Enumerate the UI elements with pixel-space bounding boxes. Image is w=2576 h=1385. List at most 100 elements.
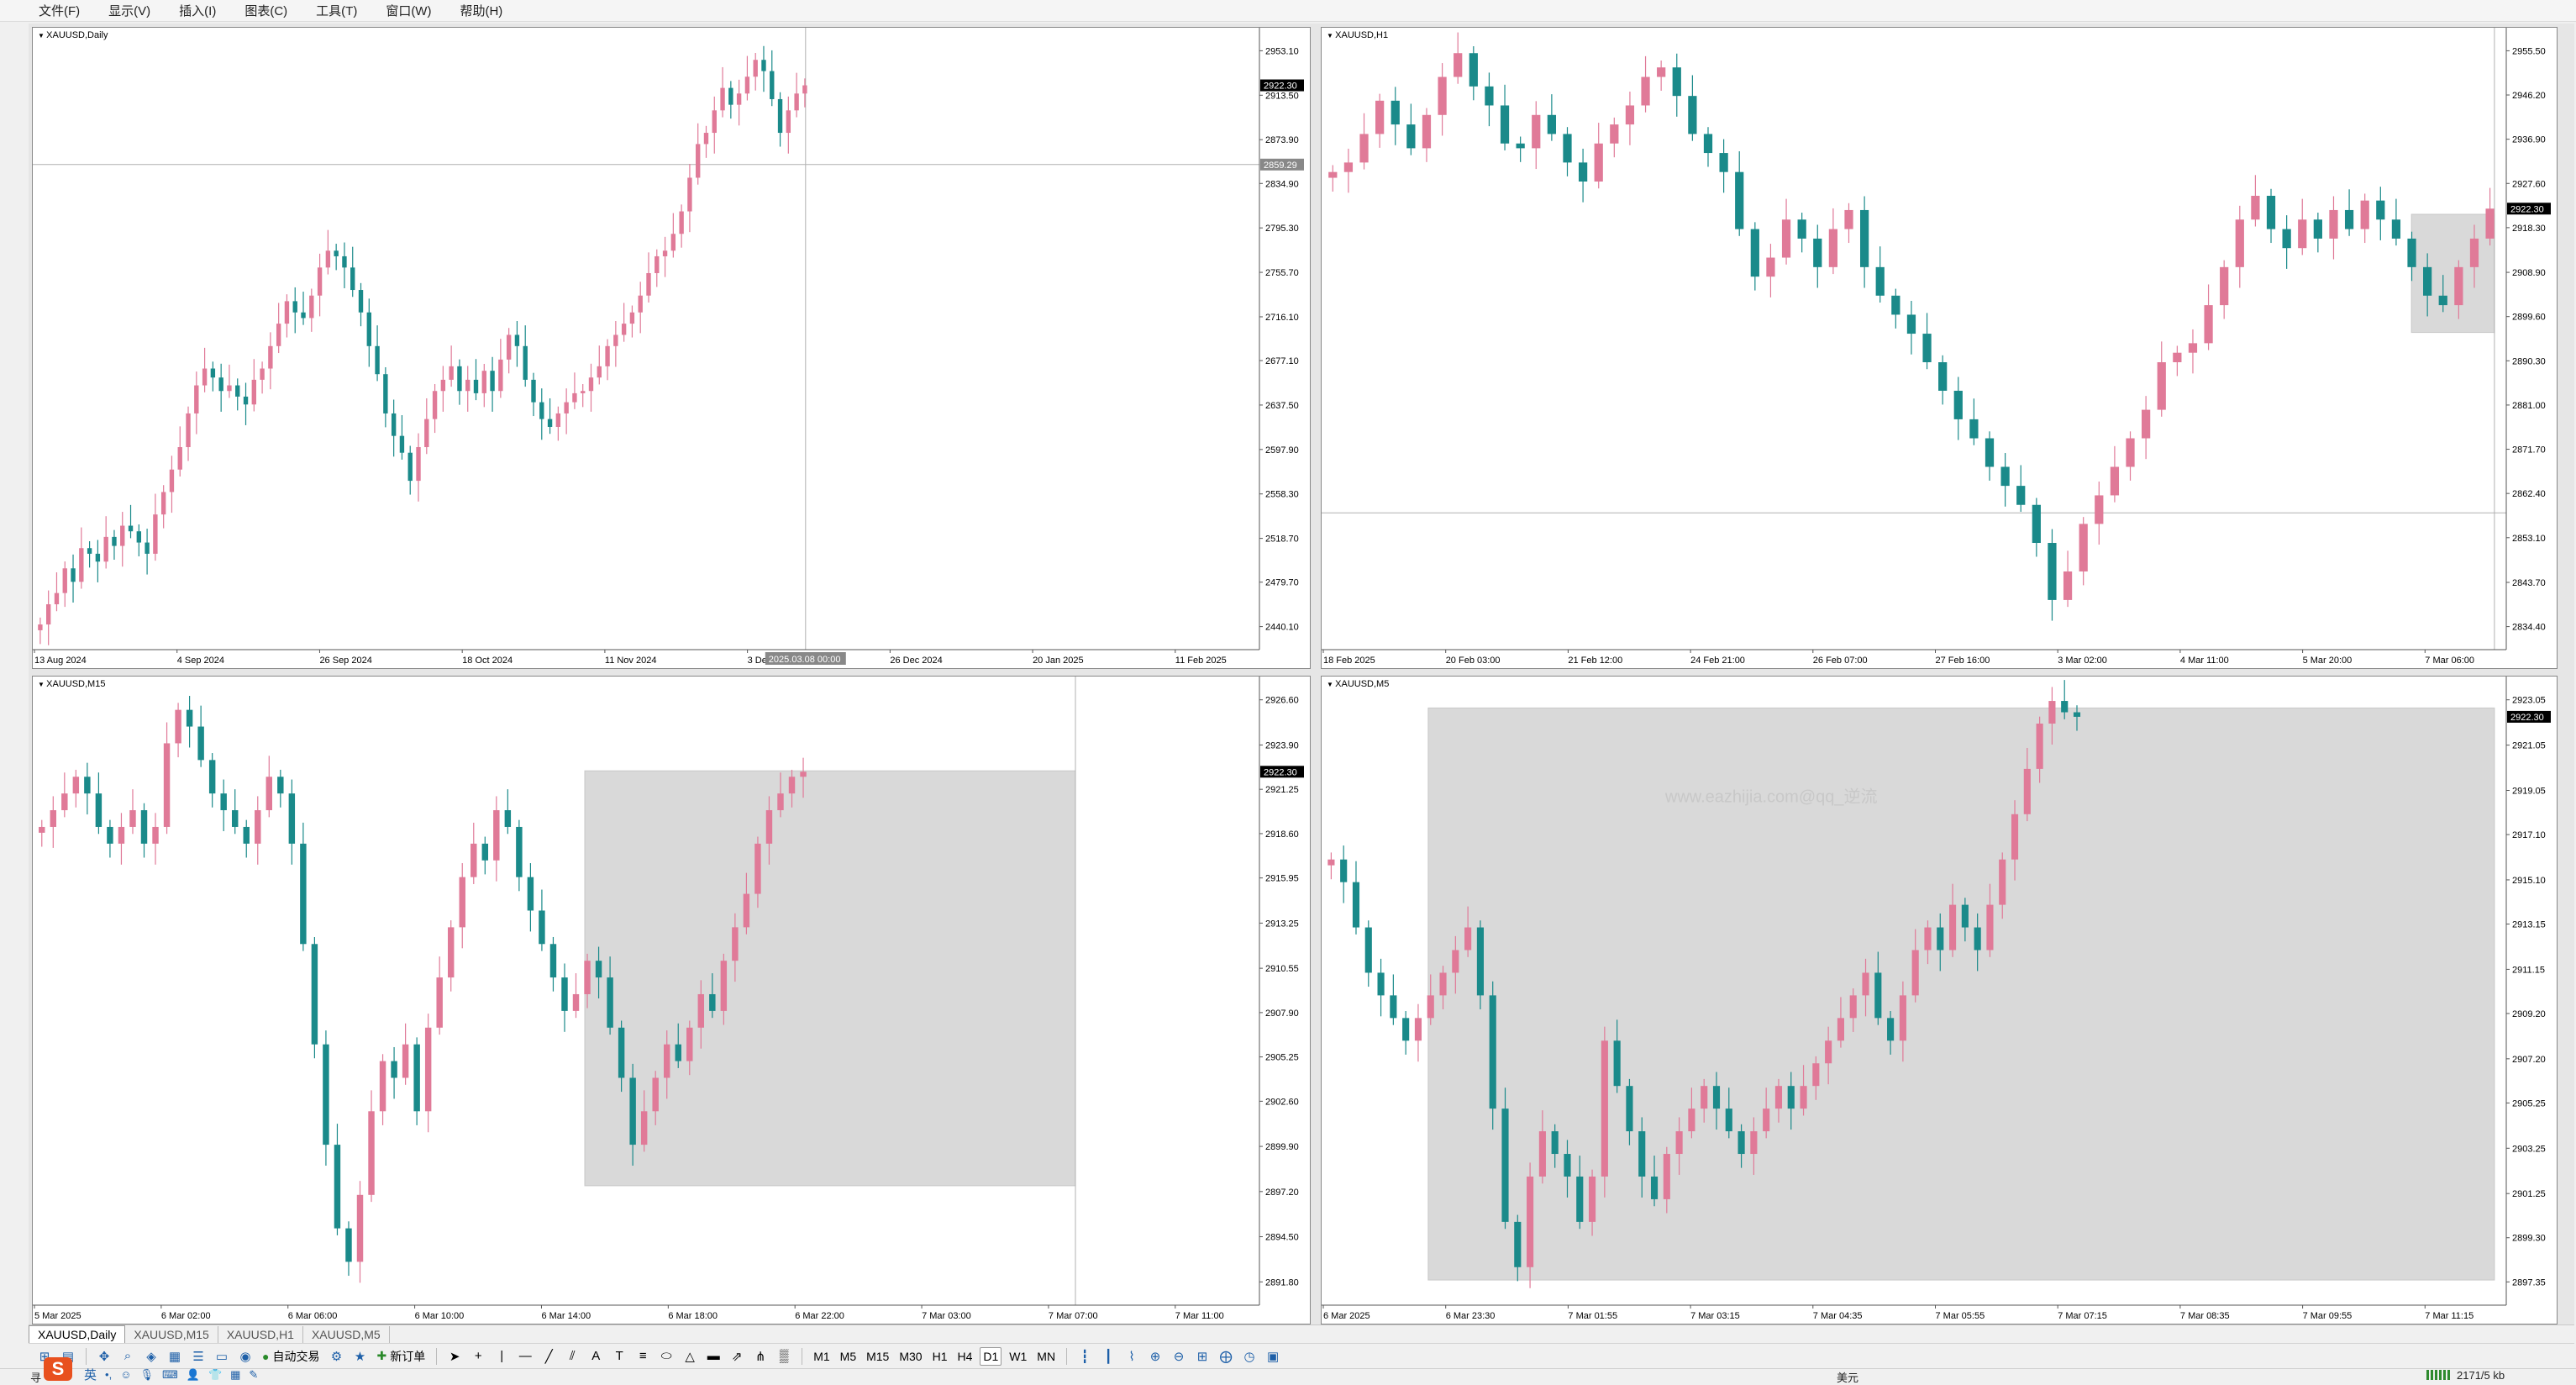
- line-chart-icon[interactable]: ⌇: [1122, 1347, 1141, 1366]
- candle-body: [2438, 295, 2447, 306]
- new-order-button[interactable]: ✚ 新订单: [374, 1347, 428, 1366]
- candle-body: [208, 760, 216, 794]
- y-tick-label: 2953.10: [1265, 46, 1299, 56]
- candle-body: [555, 413, 561, 427]
- text-icon[interactable]: A: [586, 1347, 605, 1366]
- candle-body: [1594, 143, 1603, 182]
- tools-icon[interactable]: ✎: [249, 1368, 258, 1382]
- vertical-line-icon[interactable]: |: [492, 1347, 511, 1366]
- timeframe-m15[interactable]: M15: [864, 1347, 891, 1366]
- apps-icon[interactable]: ▦: [230, 1368, 240, 1382]
- candlestick-icon[interactable]: ┃: [1099, 1347, 1117, 1366]
- y-tick-label: 2899.30: [2512, 1234, 2546, 1244]
- menu-help[interactable]: 帮助(H): [455, 0, 507, 21]
- pitchfork-icon[interactable]: ⋔: [751, 1347, 770, 1366]
- chart-title: XAUUSD,H1: [1327, 30, 1388, 40]
- candle-body: [703, 133, 709, 145]
- timeframe-m1[interactable]: M1: [811, 1347, 832, 1366]
- candle-body: [523, 345, 528, 380]
- timeframe-m30[interactable]: M30: [896, 1347, 924, 1366]
- candle-body: [493, 810, 500, 861]
- y-tick-label: 2917.10: [2512, 830, 2546, 840]
- timeframe-w1[interactable]: W1: [1007, 1347, 1029, 1366]
- chart-tabs: XAUUSD,Daily XAUUSD,M15 XAUUSD,H1 XAUUSD…: [29, 1324, 2574, 1343]
- tab-m15[interactable]: XAUUSD,M15: [125, 1326, 218, 1343]
- menu-insert[interactable]: 插入(I): [174, 0, 221, 21]
- chart-window-m15[interactable]: XAUUSD,M15 2926.602923.902921.252918.602…: [32, 676, 1311, 1324]
- candle-body: [1390, 995, 1397, 1019]
- navigator-icon[interactable]: ☰: [189, 1347, 208, 1366]
- candle-body: [1986, 904, 1994, 951]
- timeframe-h1[interactable]: H1: [930, 1347, 950, 1366]
- tab-m5[interactable]: XAUUSD,M5: [303, 1326, 390, 1343]
- x-tick-label: 4 Sep 2024: [177, 656, 224, 666]
- candle-body: [1797, 219, 1806, 239]
- punctuation-icon[interactable]: •,: [105, 1368, 112, 1381]
- candle-body: [128, 525, 134, 532]
- fibonacci-icon[interactable]: ≡: [633, 1347, 652, 1366]
- candle-body: [2063, 571, 2073, 600]
- candle-body: [1352, 882, 1360, 928]
- emoji-icon[interactable]: ☺: [120, 1368, 131, 1381]
- chart-window-daily[interactable]: XAUUSD,Daily 2953.10 2913.50 2873.90 2834.9…: [32, 27, 1311, 669]
- options-icon[interactable]: ⚙: [327, 1347, 345, 1366]
- y-tick-label: 2834.90: [1265, 179, 1299, 189]
- zoom-out-icon[interactable]: ⊖: [1170, 1347, 1188, 1366]
- candle-body: [1906, 314, 1916, 334]
- timeframe-h4[interactable]: H4: [954, 1347, 975, 1366]
- keyboard-icon[interactable]: ⌨: [162, 1368, 178, 1382]
- candle-body: [506, 334, 512, 360]
- crosshair-move-icon[interactable]: ✥: [95, 1347, 113, 1366]
- label-icon[interactable]: T: [610, 1347, 628, 1366]
- candle-body: [732, 927, 739, 961]
- chart-window-h1[interactable]: XAUUSD,H1 2955.502946.202936.902927.6029…: [1321, 27, 2558, 669]
- x-tick-label: 6 Mar 18:00: [668, 1311, 718, 1321]
- menu-view[interactable]: 显示(V): [103, 0, 155, 21]
- candle-body: [345, 1228, 352, 1262]
- crosshair-icon[interactable]: +: [469, 1347, 487, 1366]
- tab-daily[interactable]: XAUUSD,Daily: [29, 1325, 126, 1343]
- zoom-icon[interactable]: ⌕: [118, 1347, 137, 1366]
- triangle-icon[interactable]: △: [681, 1347, 699, 1366]
- equidistant-channel-icon[interactable]: ⫽: [563, 1347, 581, 1366]
- grid-icon[interactable]: ▒: [775, 1347, 793, 1366]
- ellipse-icon[interactable]: ⬭: [657, 1347, 676, 1366]
- menu-file[interactable]: 文件(F): [34, 0, 85, 21]
- rectangle-icon[interactable]: ▬: [704, 1347, 723, 1366]
- strategy-tester-icon[interactable]: ◉: [236, 1347, 255, 1366]
- cursor-icon[interactable]: ➤: [445, 1347, 464, 1366]
- horizontal-line-icon[interactable]: —: [516, 1347, 534, 1366]
- candle-body: [251, 379, 256, 405]
- timeframe-d1[interactable]: D1: [980, 1346, 1002, 1366]
- terminal-icon[interactable]: ▭: [213, 1347, 231, 1366]
- tab-h1[interactable]: XAUUSD,H1: [218, 1326, 303, 1343]
- selection-rectangle[interactable]: [1427, 707, 2495, 1281]
- candle-body: [260, 368, 265, 380]
- timeframe-m5[interactable]: M5: [838, 1347, 859, 1366]
- x-tick-label: 20 Jan 2025: [1033, 656, 1084, 666]
- tile-windows-icon[interactable]: ⊞: [1193, 1347, 1212, 1366]
- market-watch-icon[interactable]: ◈: [142, 1347, 160, 1366]
- auto-trading-button[interactable]: ● 自动交易: [260, 1347, 322, 1366]
- signals-icon[interactable]: ★: [350, 1347, 369, 1366]
- zoom-in-icon[interactable]: ⊕: [1146, 1347, 1164, 1366]
- menu-tools[interactable]: 工具(T): [311, 0, 362, 21]
- ime-language[interactable]: 英: [84, 1366, 97, 1383]
- microphone-icon[interactable]: 🎙: [139, 1368, 154, 1382]
- arrow-icon[interactable]: ⇗: [728, 1347, 746, 1366]
- sogou-ime-icon[interactable]: S: [44, 1357, 72, 1381]
- menu-charts[interactable]: 图表(C): [239, 0, 292, 21]
- timeframe-mn[interactable]: MN: [1034, 1347, 1058, 1366]
- chart-window-m5[interactable]: XAUUSD,M5 2923.052921.052919.052917.1029…: [1321, 676, 2558, 1324]
- indicators-icon[interactable]: ⨁: [1217, 1347, 1235, 1366]
- menu-window[interactable]: 窗口(W): [381, 0, 436, 21]
- selection-rectangle[interactable]: [584, 770, 1076, 1187]
- data-window-icon[interactable]: ▦: [166, 1347, 184, 1366]
- plot-area: [33, 28, 1259, 650]
- trendline-icon[interactable]: ╱: [539, 1347, 558, 1366]
- periods-icon[interactable]: ◷: [1240, 1347, 1259, 1366]
- bar-chart-icon[interactable]: ┇: [1075, 1347, 1094, 1366]
- user-icon[interactable]: 👤: [187, 1368, 200, 1382]
- templates-icon[interactable]: ▣: [1264, 1347, 1282, 1366]
- skin-icon[interactable]: 👕: [208, 1368, 222, 1382]
